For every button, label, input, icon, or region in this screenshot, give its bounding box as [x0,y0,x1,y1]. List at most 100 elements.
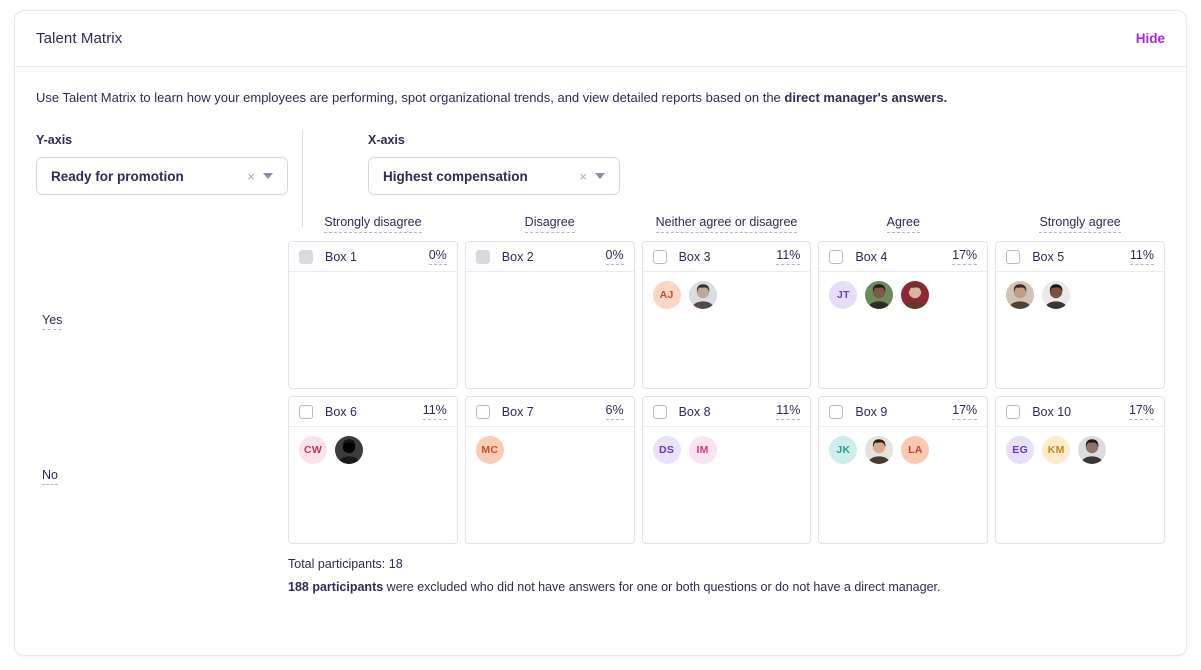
matrix-box-percent: 6% [605,403,624,420]
matrix-box: Box 10 17% EG KM [995,396,1165,544]
matrix-box-header: Box 9 17% [819,397,988,427]
column-headers: Strongly disagree Disagree Neither agree o… [288,215,1165,241]
column-header: Agree [818,215,988,241]
matrix-box-checkbox [299,249,313,264]
y-axis-block: Y-axis Ready for promotion × [36,133,288,209]
y-axis-clear-icon[interactable]: × [243,170,263,183]
card-body: Use Talent Matrix to learn how your empl… [15,67,1186,655]
matrix-box-header: Box 3 11% [642,242,811,272]
matrix-box: Box 6 11% CW [288,396,458,544]
matrix-box: Box 7 6% MC [464,396,635,544]
avatar[interactable]: LA [901,436,930,464]
matrix-box-percent: 17% [1128,403,1154,420]
avatar[interactable] [688,281,717,309]
page-root: Talent Matrix Hide Use Talent Matrix to … [0,0,1201,670]
x-axis-value: Highest compensation [383,168,528,184]
matrix-box-label: Box 9 [855,404,888,419]
matrix-box-checkbox[interactable] [299,404,313,419]
matrix-box-people: AJ [643,272,811,388]
matrix-box: Box 2 0% [464,241,635,389]
matrix-box-label: Box 7 [501,404,534,419]
column-header: Neither agree or disagree [642,215,812,241]
avatar[interactable] [901,281,930,309]
avatar[interactable]: AJ [652,281,681,309]
matrix-boxes: Box 1 0% Box 2 0% Box 3 11% AJ Box 4 17% JT Box 5 1… [288,241,1165,544]
row-label-no: No [42,468,58,485]
x-axis-clear-icon[interactable]: × [575,170,595,183]
matrix-box-checkbox[interactable] [829,249,844,264]
chevron-down-icon[interactable] [595,173,605,179]
matrix-box-people: DS IM [643,427,811,543]
avatar[interactable]: EG [1006,436,1035,464]
matrix-box-checkbox[interactable] [1006,404,1021,419]
matrix-box-label: Box 8 [678,404,711,419]
matrix-box-header: Box 4 17% [819,242,988,272]
matrix-box-checkbox[interactable] [652,249,667,264]
excluded-participants: 188 participants were excluded who did n… [288,580,1165,594]
matrix-box-checkbox[interactable] [1006,249,1021,264]
row-label-column: Yes No [36,215,288,544]
total-participants: Total participants: 18 [288,557,403,571]
matrix-box-header: Box 7 6% [465,397,634,427]
x-axis-label: X-axis [368,133,405,147]
matrix-box: Box 3 11% AJ [641,241,812,389]
matrix-box-people: CW [289,427,457,543]
x-axis-select[interactable]: Highest compensation × [368,157,620,195]
matrix-box-percent: 17% [952,403,978,420]
matrix-box: Box 5 11% [995,241,1165,389]
column-header-label: Agree [886,215,920,233]
y-axis-select[interactable]: Ready for promotion × [36,157,288,195]
column-header: Strongly disagree [288,215,458,241]
matrix-box-label: Box 4 [855,249,888,264]
avatar[interactable] [1078,436,1107,464]
avatar[interactable] [335,436,363,464]
matrix: Yes No Strongly disagree Disagree Neither … [36,215,1165,544]
matrix-box-checkbox[interactable] [829,404,844,419]
matrix-box-header: Box 2 0% [465,242,634,272]
chevron-down-icon[interactable] [263,173,273,179]
column-header-label: Strongly disagree [324,215,422,233]
column-header-label: Disagree [524,215,575,233]
matrix-box: Box 9 17% JK LA [818,396,989,544]
avatar[interactable]: DS [652,436,681,464]
description-text: Use Talent Matrix to learn how your empl… [36,89,1165,107]
matrix-grid-area: Strongly disagree Disagree Neither agree o… [288,215,1165,544]
matrix-box-percent: 17% [952,248,978,265]
card-header: Talent Matrix Hide [15,11,1186,67]
avatar[interactable]: JK [829,436,858,464]
avatar[interactable] [1042,281,1071,309]
x-axis-block: X-axis Highest compensation × [368,133,620,209]
matrix-box-label: Box 1 [325,249,357,264]
avatar[interactable]: CW [299,436,327,464]
avatar[interactable] [1006,281,1035,309]
matrix-box-percent: 11% [776,403,801,420]
y-axis-value: Ready for promotion [51,168,184,184]
matrix-box-percent: 11% [1129,248,1154,265]
matrix-box-percent: 11% [776,248,801,265]
matrix-box-people: EG KM [996,427,1164,543]
matrix-box-label: Box 2 [501,249,534,264]
matrix-box-people [996,272,1164,388]
matrix-box-label: Box 10 [1032,404,1072,419]
matrix-box-checkbox[interactable] [652,404,667,419]
hide-button[interactable]: Hide [1136,31,1165,46]
avatar[interactable] [865,281,894,309]
avatar[interactable]: IM [688,436,717,464]
matrix-box-checkbox[interactable] [475,404,490,419]
avatar[interactable]: MC [475,436,504,464]
matrix-box-percent: 0% [428,248,447,265]
axis-selectors: Y-axis Ready for promotion × X-axis High… [36,129,1165,227]
matrix-box-label: Box 3 [678,249,711,264]
column-header-label: Neither agree or disagree [655,215,798,233]
column-header-label: Strongly agree [1039,215,1121,233]
vertical-divider [302,129,303,227]
description-bold: direct manager's answers. [784,90,948,105]
avatar[interactable]: KM [1042,436,1071,464]
avatar[interactable] [865,436,894,464]
matrix-box-label: Box 6 [325,404,357,419]
y-axis-label: Y-axis [36,133,73,147]
avatar[interactable]: JT [829,281,858,309]
description-plain: Use Talent Matrix to learn how your empl… [36,90,785,105]
column-header: Disagree [465,215,635,241]
matrix-box-header: Box 10 17% [996,397,1164,427]
